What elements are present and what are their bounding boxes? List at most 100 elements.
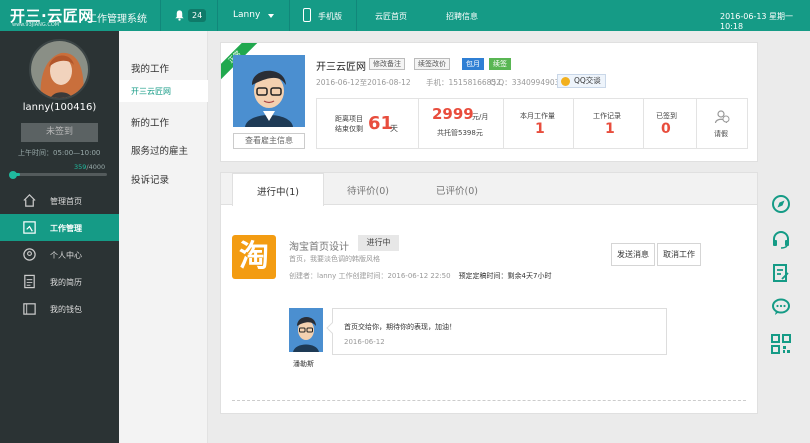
divider <box>217 0 218 31</box>
submenu: 我的工作 开三云匠网 新的工作 服务过的雇主 投诉记录 <box>119 31 208 443</box>
stats-panel: 距离项目 结束仅剩 61 天 2999 元/月 共托管5398元 本月工作量 1… <box>316 98 748 149</box>
datetime: 2016-06-13 星期一 10:18 <box>720 12 794 31</box>
job-status-badge: 进行中 <box>358 235 399 251</box>
sidebar-item-label: 我的简历 <box>50 278 82 287</box>
submenu-item-active[interactable]: 开三云匠网 <box>119 80 208 102</box>
divider <box>356 0 357 31</box>
sidebar-item-label: 个人中心 <box>50 251 82 260</box>
system-title: 工作管理系统 <box>87 14 147 25</box>
sidebar-item-label: 管理首页 <box>50 197 82 206</box>
submenu-item-past-employers[interactable]: 服务过的雇主 <box>131 143 188 157</box>
message-date: 2016-06-12 <box>344 338 385 346</box>
progress-bar <box>11 173 107 176</box>
submenu-item-complaints[interactable]: 投诉记录 <box>131 172 169 186</box>
renewed-badge: 续签 <box>489 58 511 70</box>
sender-avatar[interactable] <box>289 308 323 352</box>
sidebar-item-label: 我的钱包 <box>50 305 82 314</box>
qr-code-icon[interactable] <box>771 334 791 354</box>
employer-card: 正常 查看雇主信息 开三云匠网 修改备注 续签改价 包月 续签 2016-06-… <box>220 42 758 162</box>
tab-bar: 进行中(1) 待评价(0) 已评价(0) <box>221 173 757 206</box>
renew-price-tag[interactable]: 续签改价 <box>414 58 450 70</box>
work-records-value: 1 <box>605 121 615 137</box>
divider <box>160 0 161 31</box>
mobile-link[interactable]: 手机版 <box>318 11 342 22</box>
sign-in-button[interactable]: 未签到 <box>21 123 98 142</box>
sidebar-item-wallet[interactable]: 我的钱包 <box>0 295 119 322</box>
work-records-label: 工作记录 <box>593 112 621 120</box>
user-portrait-icon <box>31 41 88 98</box>
send-message-button[interactable]: 发送消息 <box>611 243 655 266</box>
job-creator: 创建者：lanny 工作创建时间：2016-06-12 22:50 <box>289 272 451 280</box>
phone-icon[interactable] <box>303 8 311 22</box>
nav-jobs-link[interactable]: 招聘信息 <box>446 11 478 22</box>
work-records-stat[interactable]: 工作记录 1 <box>574 99 644 148</box>
work-time: 上午时间：05:00—10:00 <box>18 149 101 157</box>
leave-icon <box>714 110 730 124</box>
compass-icon[interactable] <box>771 194 791 214</box>
sidebar-item-resume[interactable]: 我的简历 <box>0 268 119 295</box>
job-deadline: 预定定稿时间：剩余4天7小时 <box>458 272 552 280</box>
wallet-icon <box>23 303 36 315</box>
countdown-label: 结束仅剩 <box>335 125 363 133</box>
document-icon <box>24 274 35 289</box>
bubble-arrow <box>326 322 338 334</box>
employer-avatar[interactable] <box>233 55 305 127</box>
signed-label: 已签到 <box>656 112 677 120</box>
username: lanny(100416) <box>22 102 97 113</box>
nav-home-link[interactable]: 云匠首页 <box>375 11 407 22</box>
chat-bubble-icon[interactable] <box>771 297 791 317</box>
date-range: 2016-06-12至2016-08-12 <box>316 78 411 87</box>
progress-count: 359/4000 <box>74 163 106 171</box>
submenu-item-new-work[interactable]: 新的工作 <box>131 115 169 129</box>
avatar[interactable] <box>29 39 90 100</box>
month-workload-label: 本月工作量 <box>520 112 555 120</box>
submenu-title: 我的工作 <box>131 64 170 75</box>
chevron-down-icon[interactable] <box>268 14 274 18</box>
briefcase-icon <box>23 221 36 234</box>
monthly-badge: 包月 <box>462 58 484 70</box>
qq-number: Q.Q：3340994903 <box>490 78 560 87</box>
logo-subtitle: www.93JIANG.COM <box>12 22 60 28</box>
tab-pending-review[interactable]: 待评价(0) <box>347 183 389 197</box>
qq-icon <box>561 77 570 86</box>
sidebar-item-work-management[interactable]: 工作管理 <box>0 214 119 241</box>
salary-amount: 2999 <box>432 105 474 123</box>
headset-icon[interactable] <box>771 229 791 249</box>
cancel-job-button[interactable]: 取消工作 <box>657 243 701 266</box>
signed-stat: 已签到 0 <box>644 99 697 148</box>
work-tabs-panel: 进行中(1) 待评价(0) 已评价(0) 淘 淘宝首页设计 进行中 首页，我要淡… <box>220 172 758 414</box>
signed-value: 0 <box>661 121 671 137</box>
home-icon <box>23 194 36 207</box>
notification-count[interactable]: 24 <box>188 9 207 22</box>
bell-icon[interactable] <box>174 9 185 21</box>
sender-name: 潘勒斯 <box>293 360 314 368</box>
qq-chat-button[interactable]: QQ交谈 <box>557 74 606 88</box>
month-workload-stat: 本月工作量 1 <box>504 99 574 148</box>
qq-chat-label: QQ交谈 <box>574 76 601 85</box>
sidebar-item-personal-center[interactable]: 个人中心 <box>0 241 119 268</box>
user-icon <box>23 248 36 261</box>
user-dropdown[interactable]: Lanny <box>233 10 260 20</box>
total-escrow: 共托管5398元 <box>437 129 483 137</box>
employer-name: 开三云匠网 <box>316 62 366 73</box>
progress-dot <box>9 171 17 179</box>
view-employer-button[interactable]: 查看雇主信息 <box>233 133 305 149</box>
edit-remark-tag[interactable]: 修改备注 <box>369 58 405 70</box>
tab-in-progress[interactable]: 进行中(1) <box>232 173 324 206</box>
countdown-label: 距离项目 <box>335 115 363 123</box>
taobao-icon: 淘 <box>232 235 276 279</box>
sidebar-item-dashboard[interactable]: 管理首页 <box>0 187 119 214</box>
job-title[interactable]: 淘宝首页设计 <box>289 238 349 253</box>
submenu-item-label: 开三云匠网 <box>131 87 171 96</box>
leave-label: 请假 <box>714 130 728 138</box>
job-meta: 创建者：lanny 工作创建时间：2016-06-12 22:50 预定定稿时间：… <box>289 271 551 281</box>
message-bubble: 首页交给你，期待你的表现，加油！ 2016-06-12 <box>326 308 667 355</box>
job-description: 首页，我要淡色调的韩版风格 <box>289 255 380 263</box>
leave-stat[interactable]: 请假 <box>697 99 747 148</box>
message-text: 首页交给你，期待你的表现，加油！ <box>344 323 456 331</box>
divider <box>232 400 746 401</box>
tab-reviewed[interactable]: 已评价(0) <box>436 183 478 197</box>
divider <box>289 0 290 31</box>
edit-doc-icon[interactable] <box>771 263 791 283</box>
month-workload-value: 1 <box>535 121 545 137</box>
